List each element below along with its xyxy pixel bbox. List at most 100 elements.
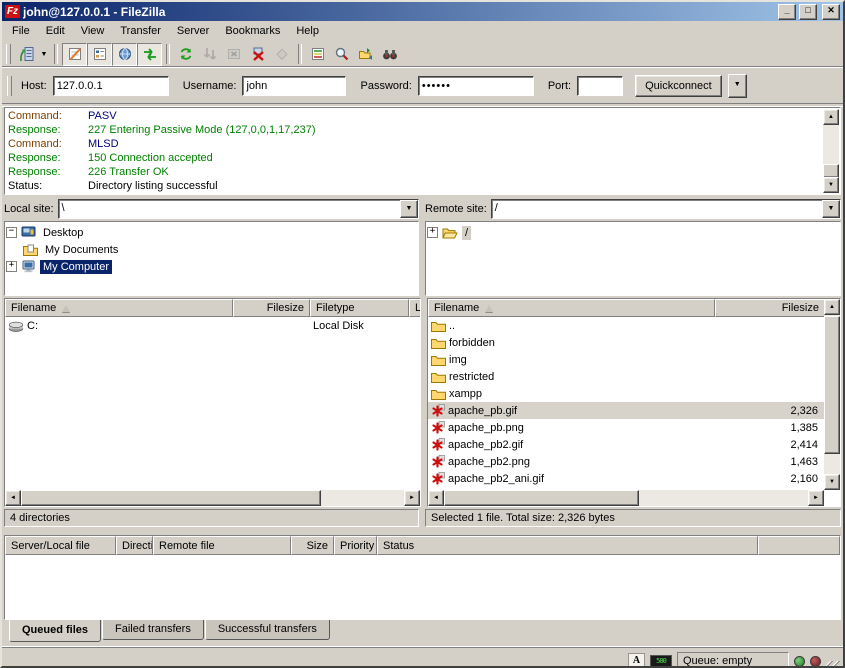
menu-help[interactable]: Help (288, 22, 327, 40)
column-header-filename[interactable]: Filename (5, 299, 233, 317)
scroll-up-arrow[interactable]: ▲ (824, 299, 840, 315)
remote-status-text: Selected 1 file. Total size: 2,326 bytes (431, 512, 615, 524)
menu-edit[interactable]: Edit (38, 22, 73, 40)
menu-server[interactable]: Server (169, 22, 217, 40)
port-input[interactable] (577, 76, 623, 96)
toggle-local-tree-button[interactable] (87, 43, 112, 66)
chevron-down-icon[interactable]: ▼ (822, 200, 840, 218)
column-header-direction[interactable]: Directi... (116, 536, 153, 555)
disconnect-button[interactable] (246, 43, 270, 65)
menu-bookmarks[interactable]: Bookmarks (217, 22, 288, 40)
site-manager-dropdown[interactable]: ▼ (38, 43, 50, 65)
remote-list-rows[interactable]: .. forbidden img restricted xampp (428, 317, 840, 490)
scroll-thumb[interactable] (824, 316, 840, 454)
scroll-left-arrow[interactable]: ◄ (5, 490, 21, 506)
collapse-icon[interactable]: − (6, 227, 17, 238)
column-header-filesize[interactable]: Filesize (715, 299, 825, 317)
maximize-button[interactable]: □ (799, 4, 817, 20)
remote-tree[interactable]: + / (425, 221, 841, 296)
abort-button[interactable] (270, 43, 294, 65)
quickconnect-grip[interactable] (7, 76, 12, 96)
toggle-remote-tree-button[interactable] (112, 43, 137, 66)
horizontal-splitter[interactable] (2, 527, 843, 535)
find-files-button[interactable] (378, 43, 402, 65)
column-header-server-local-file[interactable]: Server/Local file (5, 536, 116, 555)
scroll-right-arrow[interactable]: ► (808, 490, 824, 506)
column-header-filesize[interactable]: Filesize (233, 299, 310, 317)
synchronized-browsing-button[interactable] (354, 43, 378, 65)
remote-site-combo[interactable]: / ▼ (491, 199, 841, 219)
quickconnect-button[interactable]: Quickconnect (635, 75, 722, 97)
column-header-filler (758, 536, 840, 555)
file-row[interactable]: restricted (428, 368, 840, 385)
cancel-operation-button[interactable] (222, 43, 246, 65)
file-row[interactable]: apache_pb2_ani.gif 2,160 (428, 470, 840, 487)
refresh-button[interactable] (174, 43, 198, 65)
tree-item-desktop[interactable]: − Desktop (6, 224, 417, 241)
password-input[interactable] (418, 76, 534, 96)
tab-queued-files[interactable]: Queued files (9, 620, 101, 642)
close-button[interactable]: ✕ (822, 4, 840, 20)
scroll-up-arrow[interactable]: ▲ (823, 109, 839, 125)
title-bar[interactable]: Fz john@127.0.0.1 - FileZilla _ □ ✕ (2, 2, 843, 21)
column-header-status[interactable]: Status (377, 536, 758, 555)
scroll-right-arrow[interactable]: ► (404, 490, 420, 506)
column-header-remote-file[interactable]: Remote file (153, 536, 291, 555)
menu-transfer[interactable]: Transfer (112, 22, 169, 40)
process-queue-button[interactable] (198, 43, 222, 65)
toggle-transfer-queue-button[interactable] (137, 43, 162, 66)
host-input[interactable] (53, 76, 169, 96)
scroll-thumb[interactable] (823, 164, 839, 178)
file-row[interactable]: forbidden (428, 334, 840, 351)
resize-grip[interactable] (826, 661, 840, 668)
tree-item-my-documents[interactable]: My Documents (6, 241, 417, 258)
expand-icon[interactable]: + (6, 261, 17, 272)
chevron-down-icon[interactable]: ▼ (400, 200, 418, 218)
local-tree[interactable]: − Desktop My Documents + My Computer (4, 221, 419, 296)
expand-icon[interactable]: + (427, 227, 438, 238)
column-header-filetype[interactable]: Filetype (310, 299, 409, 317)
directory-comparison-button[interactable] (306, 43, 330, 65)
file-row[interactable]: apache_pb2.gif 2,414 (428, 436, 840, 453)
scroll-down-arrow[interactable]: ▼ (824, 474, 840, 490)
message-log[interactable]: Command:PASV Response:227 Entering Passi… (4, 107, 841, 195)
site-manager-button[interactable] (14, 43, 38, 65)
filename-filters-button[interactable] (330, 43, 354, 65)
local-horizontal-scrollbar[interactable]: ◄ ► (5, 490, 420, 506)
file-row[interactable]: apache_pb2.png 1,463 (428, 453, 840, 470)
scroll-thumb[interactable] (444, 490, 639, 506)
toggle-message-log-button[interactable] (62, 43, 87, 66)
transfer-type-ascii-icon[interactable]: A (628, 653, 645, 668)
column-header-lastmodified[interactable]: L (409, 299, 421, 317)
file-row[interactable]: xampp (428, 385, 840, 402)
file-row[interactable]: img (428, 351, 840, 368)
scroll-thumb[interactable] (21, 490, 321, 506)
queue-size-indicator: Queue: empty (677, 652, 789, 668)
username-input[interactable] (242, 76, 346, 96)
tab-successful-transfers[interactable]: Successful transfers (205, 620, 330, 640)
column-header-priority[interactable]: Priority (334, 536, 377, 555)
toolbar-grip[interactable] (6, 44, 11, 64)
scroll-down-arrow[interactable]: ▼ (823, 177, 839, 193)
tab-failed-transfers[interactable]: Failed transfers (102, 620, 204, 640)
log-vertical-scrollbar[interactable]: ▲ ▼ (823, 109, 839, 193)
file-row-selected[interactable]: apache_pb.gif 2,326 (428, 402, 840, 419)
column-header-size[interactable]: Size (291, 536, 334, 555)
queue-body[interactable] (5, 555, 840, 619)
scroll-left-arrow[interactable]: ◄ (428, 490, 444, 506)
local-list-rows[interactable]: C: Local Disk (5, 317, 420, 490)
speed-limit-icon[interactable]: 500 (650, 655, 672, 668)
quickconnect-dropdown[interactable]: ▼ (728, 74, 747, 98)
file-row[interactable]: apache_pb.png 1,385 (428, 419, 840, 436)
local-site-combo[interactable]: \ ▼ (58, 199, 419, 219)
menu-view[interactable]: View (73, 22, 113, 40)
tree-item-root[interactable]: + / (427, 224, 839, 241)
remote-vertical-scrollbar[interactable]: ▲ ▼ (824, 299, 840, 490)
menu-file[interactable]: File (4, 22, 38, 40)
minimize-button[interactable]: _ (778, 4, 796, 20)
file-row[interactable]: C: Local Disk (5, 317, 420, 334)
remote-horizontal-scrollbar[interactable]: ◄ ► (428, 490, 824, 506)
column-header-filename[interactable]: Filename (428, 299, 715, 317)
tree-item-my-computer[interactable]: + My Computer (6, 258, 417, 275)
file-row[interactable]: .. (428, 317, 840, 334)
